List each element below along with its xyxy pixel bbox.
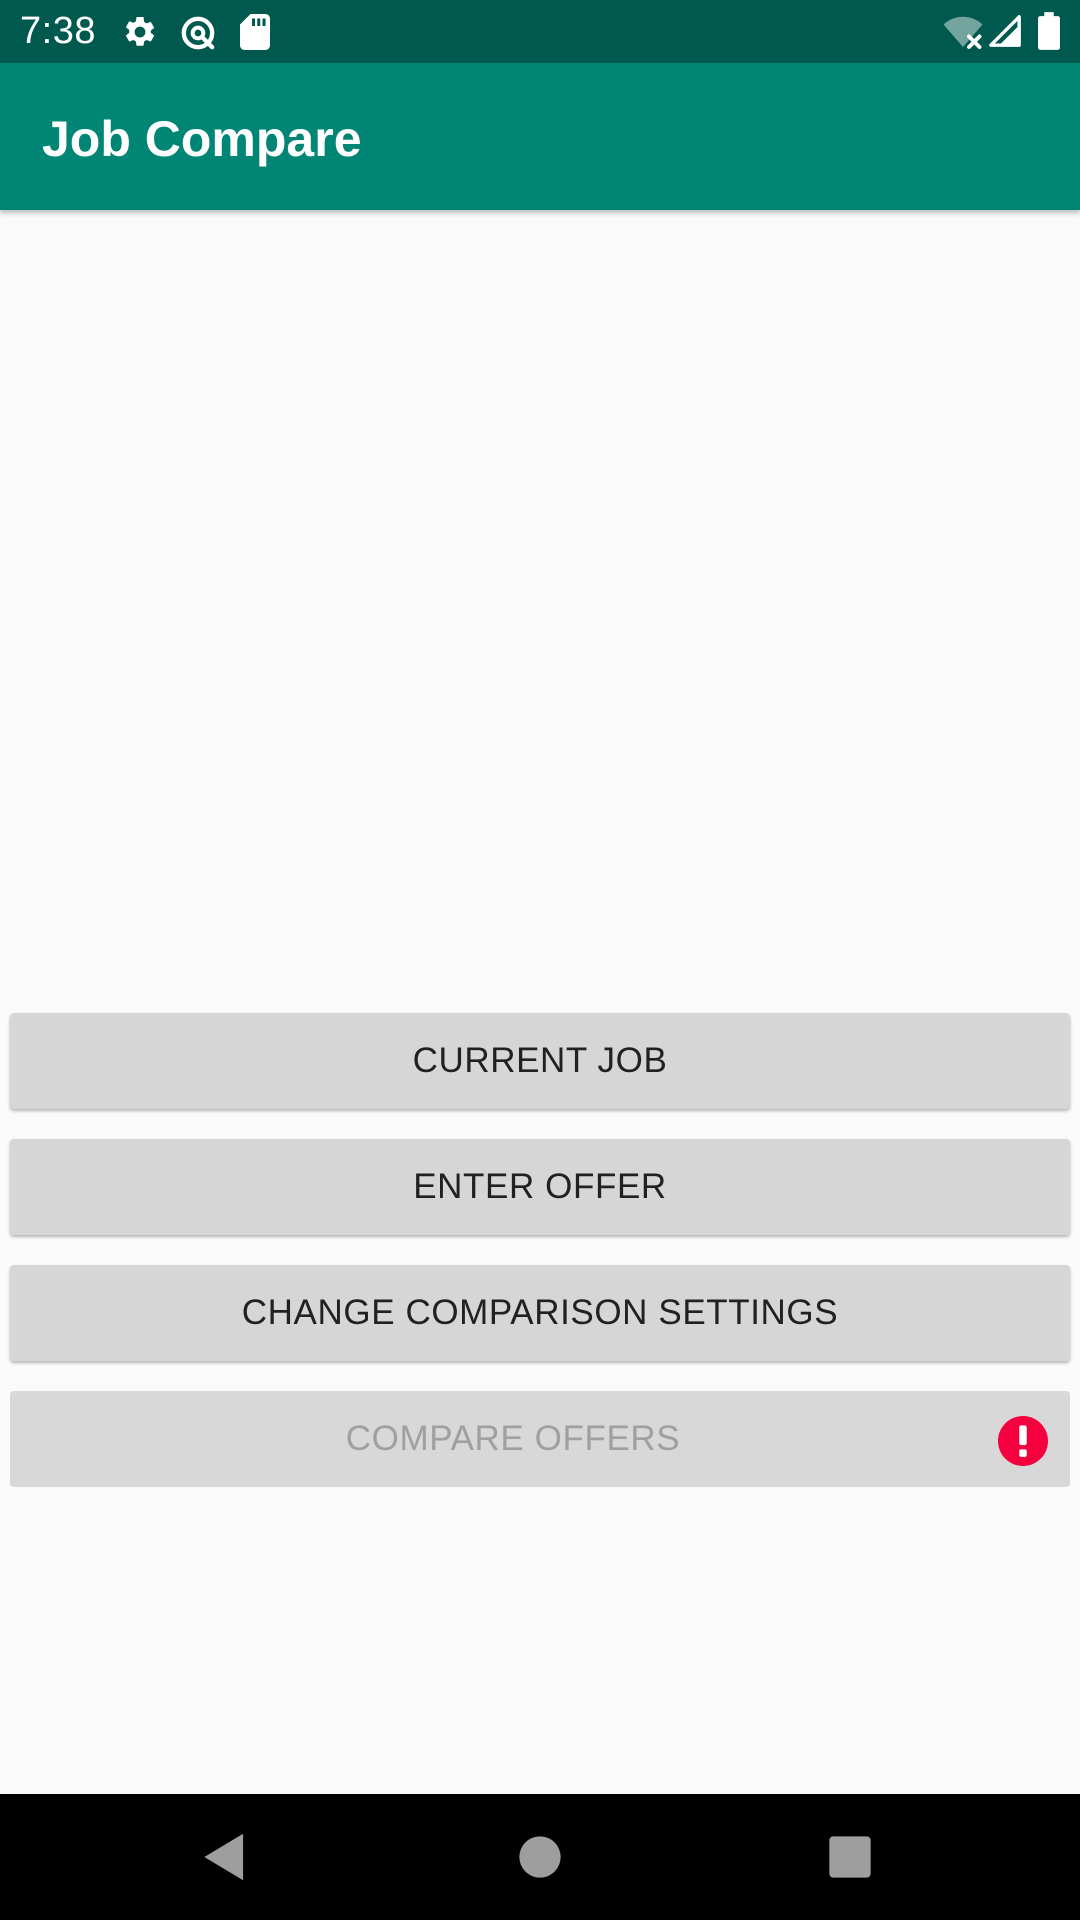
change-comparison-settings-button-label: CHANGE COMPARISON SETTINGS (241, 1293, 839, 1332)
enter-offer-button-label: ENTER OFFER (413, 1167, 667, 1206)
wifi-off-icon (943, 16, 983, 49)
navigation-bar (0, 1794, 1080, 1920)
compare-offers-button-label: COMPARE OFFERS (345, 1419, 681, 1458)
data-saver-icon (181, 16, 215, 50)
status-bar: 7:38 (0, 0, 1080, 63)
battery-icon (1038, 12, 1060, 50)
current-job-button[interactable]: CURRENT JOB (10, 1013, 1070, 1109)
home-icon[interactable] (509, 1826, 571, 1888)
error-icon[interactable] (998, 1416, 1048, 1466)
sd-card-icon (240, 14, 270, 50)
change-comparison-settings-button[interactable]: CHANGE COMPARISON SETTINGS (10, 1265, 1070, 1361)
cell-signal-icon (989, 15, 1021, 47)
main-content: CURRENT JOB ENTER OFFER CHANGE COMPARISO… (0, 210, 1080, 1794)
back-icon[interactable] (194, 1826, 256, 1888)
enter-offer-button[interactable]: ENTER OFFER (10, 1139, 1070, 1235)
gear-icon (125, 16, 155, 46)
recents-icon[interactable] (819, 1826, 881, 1888)
app-bar: Job Compare (0, 63, 1080, 210)
app-title: Job Compare (42, 111, 362, 167)
status-time: 7:38 (20, 10, 96, 52)
current-job-button-label: CURRENT JOB (412, 1041, 668, 1080)
compare-offers-button[interactable]: COMPARE OFFERS (10, 1391, 1070, 1487)
